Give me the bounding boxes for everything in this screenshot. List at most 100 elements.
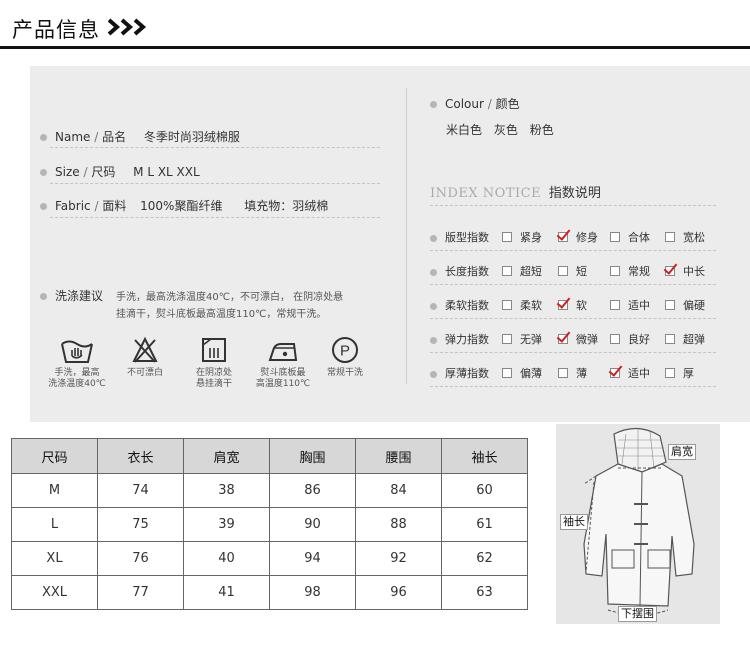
table-cell: 94 — [269, 541, 356, 576]
checkbox-checked — [665, 266, 675, 276]
index-option-label: 软 — [576, 299, 587, 312]
checkbox — [665, 232, 675, 242]
fabric-row: Fabric / 面料 100%聚酯纤维 填充物：羽绒棉 — [40, 197, 328, 214]
care-caption: 常规干洗 — [326, 368, 363, 378]
wash-text-line2: 挂滴干，熨斗底板最高温度110℃，常规干洗。 — [116, 309, 327, 320]
index-option-label: 薄 — [576, 367, 587, 380]
checkbox — [502, 232, 512, 242]
index-row-label: 长度指数 — [445, 265, 489, 278]
table-cell: M — [11, 473, 98, 508]
table-cell: 86 — [269, 473, 356, 508]
size-table: 尺码 衣长 肩宽 胸围 腰围 袖长 M 74 38 86 84 60 L 75 … — [11, 438, 528, 610]
index-option-label: 适中 — [628, 299, 650, 312]
name-label: Name — [55, 130, 91, 144]
checkbox — [665, 334, 675, 344]
care-caption: 悬挂滴干 — [195, 379, 232, 389]
table-cell: 96 — [355, 575, 442, 610]
index-option-label: 偏硬 — [683, 299, 705, 312]
checkbox — [558, 266, 568, 276]
index-option-label: 修身 — [576, 231, 598, 244]
header-divider — [0, 46, 750, 49]
index-option: 薄 — [558, 365, 587, 381]
wash-title: 洗涤建议 — [55, 289, 104, 303]
table-cell: 84 — [355, 473, 442, 508]
filling-value: 填充物：羽绒棉 — [244, 199, 329, 213]
table-cell: 76 — [97, 541, 184, 576]
index-option: 柔软 — [502, 297, 542, 313]
bullet-dot — [430, 268, 437, 276]
care-caption: 熨斗底板最 — [260, 368, 306, 378]
index-row-label: 版型指数 — [445, 231, 489, 244]
wash-text-line1: 手洗，最高洗涤温度40℃，不可漂白， 在阴凉处悬 — [116, 292, 344, 303]
colour-row: Colour / 颜色 — [430, 95, 520, 112]
no-bleach-icon — [132, 336, 158, 363]
column-header: 袖长 — [441, 438, 528, 474]
index-option-label: 短 — [576, 265, 587, 278]
care-iron: 熨斗底板最 高温度110℃ — [252, 336, 314, 390]
bullet-dot — [430, 336, 437, 344]
index-option: 短 — [558, 263, 587, 279]
index-option: 紧身 — [502, 229, 542, 245]
checkbox — [610, 300, 620, 310]
size-value: M L XL XXL — [133, 165, 200, 179]
index-option: 软 — [558, 297, 587, 313]
index-option: 偏硬 — [665, 297, 705, 313]
colour-label-cn: 颜色 — [495, 97, 520, 111]
line-dry-shade-icon — [202, 338, 226, 362]
colour-option: 灰色 — [493, 123, 518, 137]
index-option: 修身 — [558, 229, 598, 245]
index-option-label: 适中 — [628, 367, 650, 380]
index-option: 超弹 — [665, 331, 705, 347]
table-cell: 41 — [183, 575, 270, 610]
dotted-divider — [430, 250, 716, 251]
table-cell: 39 — [183, 507, 270, 542]
index-option: 良好 — [610, 331, 650, 347]
checkbox — [502, 300, 512, 310]
table-cell: 98 — [269, 575, 356, 610]
table-row: M 74 38 86 84 60 — [11, 473, 528, 508]
shoulder-width-label: 肩宽 — [668, 444, 696, 460]
name-label-cn: 品名 — [102, 130, 127, 144]
care-caption: 洗涤温度40℃ — [48, 379, 106, 389]
table-cell: L — [11, 507, 98, 542]
bullet-dot — [40, 134, 47, 141]
dry-clean-p-icon: P — [332, 337, 358, 363]
index-row-length: 长度指数 — [430, 263, 489, 279]
dotted-divider — [50, 147, 380, 148]
table-cell: 61 — [441, 507, 528, 542]
table-cell: 77 — [97, 575, 184, 610]
section-title: 产品信息 — [12, 18, 100, 42]
care-no-bleach: 不可漂白 — [118, 336, 172, 379]
bullet-dot — [430, 302, 437, 310]
checkbox — [502, 334, 512, 344]
handwash-40-icon — [61, 340, 93, 363]
index-row-stretch: 弹力指数 — [430, 331, 489, 347]
checkbox-checked — [558, 300, 568, 310]
table-row: XXL 77 41 98 96 63 — [11, 575, 528, 610]
index-option-label: 紧身 — [520, 231, 542, 244]
index-notice-title-en: INDEX NOTICE — [430, 186, 542, 201]
index-option-label: 良好 — [628, 333, 650, 346]
fabric-label-cn: 面料 — [102, 199, 127, 213]
index-notice-title: INDEX NOTICE 指数说明 — [430, 182, 601, 201]
column-header: 肩宽 — [183, 438, 270, 474]
column-header: 衣长 — [97, 438, 184, 474]
care-caption: 高温度110℃ — [255, 379, 311, 389]
table-cell: 38 — [183, 473, 270, 508]
bullet-dot — [430, 101, 437, 108]
index-option: 适中 — [610, 297, 650, 313]
bullet-dot — [430, 234, 437, 242]
table-cell: 90 — [269, 507, 356, 542]
bullet-dot — [40, 293, 47, 300]
index-option-label: 宽松 — [683, 231, 705, 244]
table-cell: 74 — [97, 473, 184, 508]
index-option-label: 柔软 — [520, 299, 542, 312]
hem-circumference-label: 下摆围 — [618, 606, 657, 622]
column-header: 尺码 — [11, 438, 98, 474]
sleeve-length-label: 袖长 — [560, 514, 588, 530]
dotted-divider — [50, 217, 380, 218]
checkbox-checked — [610, 368, 620, 378]
index-option: 微弹 — [558, 331, 598, 347]
colour-option: 米白色 — [446, 123, 483, 137]
table-cell: XL — [11, 541, 98, 576]
